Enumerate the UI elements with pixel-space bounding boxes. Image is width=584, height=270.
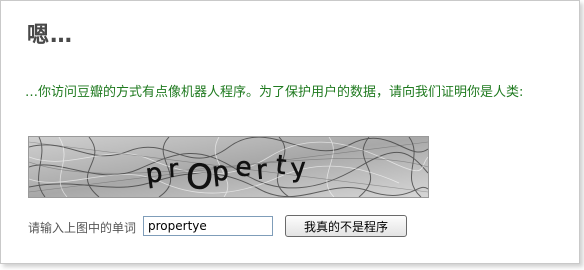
svg-text:p: p	[144, 158, 165, 190]
captcha-word-input[interactable]	[143, 216, 273, 236]
svg-text:r: r	[167, 154, 179, 183]
page-title: 嗯…	[27, 23, 74, 48]
svg-text:p: p	[211, 156, 231, 188]
svg-text:e: e	[235, 152, 253, 183]
svg-text:r: r	[255, 155, 269, 186]
svg-text:y: y	[290, 153, 307, 184]
not-a-robot-submit-button[interactable]: 我真的不是程序	[285, 215, 407, 237]
svg-text:t: t	[274, 150, 287, 181]
captcha-distorted-word: p r O p e r t y	[143, 150, 307, 197]
captcha-image: p r O p e r t y	[28, 136, 429, 198]
page-frame: 嗯… …你访问豆瓣的方式有点像机器人程序。为了保护用户的数据，请向我们证明你是人…	[0, 0, 580, 264]
robot-check-message: …你访问豆瓣的方式有点像机器人程序。为了保护用户的数据，请向我们证明你是人类:	[25, 85, 524, 100]
word-input-label: 请输入上图中的单词	[28, 221, 137, 235]
